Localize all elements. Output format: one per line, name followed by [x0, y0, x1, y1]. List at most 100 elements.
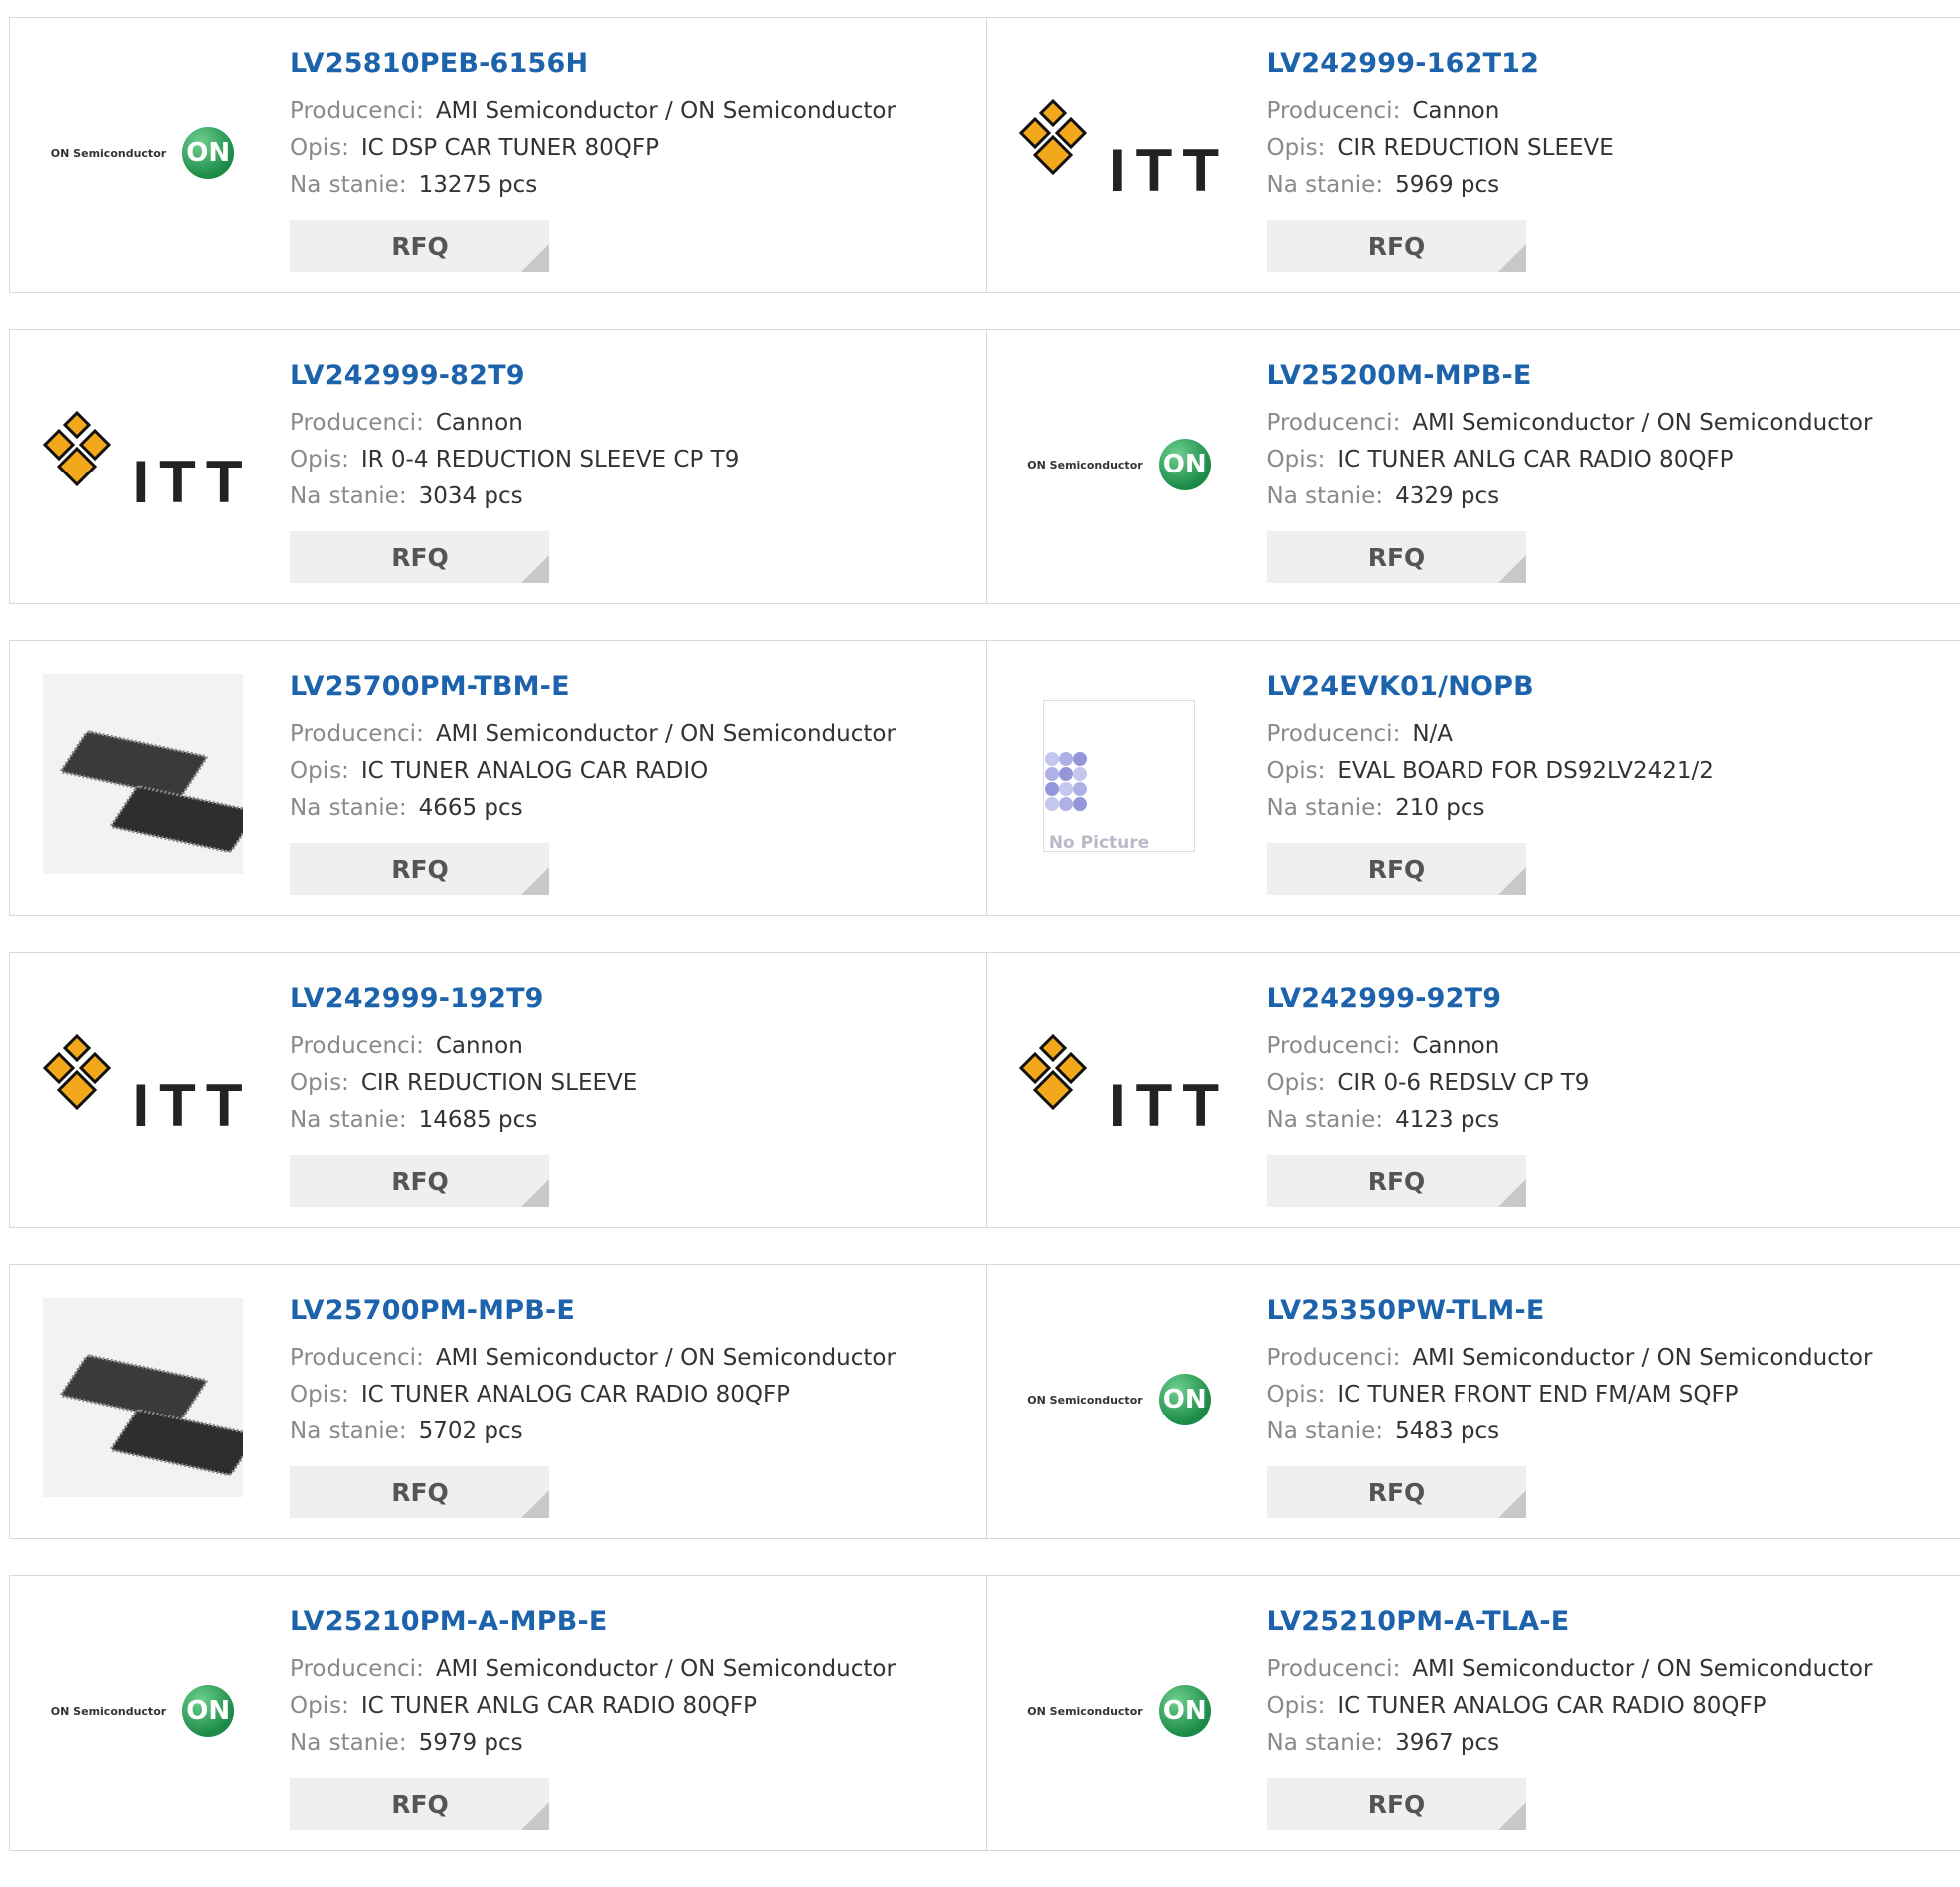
manufacturer-line: Producenci:N/A	[1267, 716, 1714, 753]
stock-line: Na stanie:5979 pcs	[290, 1725, 896, 1762]
part-number-link[interactable]: LV25200M-MPB-E	[1267, 360, 1873, 391]
product-image[interactable]: No Picture	[1017, 661, 1222, 891]
stock-value: 4329 pcs	[1395, 483, 1499, 509]
rfq-button[interactable]: RFQ	[1267, 1155, 1526, 1207]
stock-line: Na stanie:210 pcs	[1267, 790, 1714, 827]
no-picture-caption: No Picture	[1044, 833, 1154, 853]
description-label: Opis:	[290, 1693, 349, 1719]
product-info: LV25810PEB-6156H Producenci:AMI Semicond…	[290, 48, 896, 204]
product-image[interactable]: ON SemiconductorON	[1017, 350, 1222, 579]
description-label: Opis:	[1267, 758, 1326, 784]
manufacturer-value: Cannon	[436, 410, 523, 436]
chip-photo	[43, 674, 243, 878]
part-number-link[interactable]: LV242999-92T9	[1267, 983, 1590, 1014]
rfq-button[interactable]: RFQ	[290, 1155, 549, 1207]
rfq-label: RFQ	[290, 543, 549, 572]
rfq-button[interactable]: RFQ	[1267, 220, 1526, 272]
description-value: IC TUNER ANALOG CAR RADIO	[361, 758, 708, 784]
corner-triangle-icon	[521, 244, 549, 272]
product-card: ON SemiconductorON LV25350PW-TLM-E Produ…	[987, 1265, 1960, 1538]
itt-logo: ITT	[43, 405, 243, 524]
product-image[interactable]: ON SemiconductorON	[40, 38, 245, 268]
stock-label: Na stanie:	[290, 483, 407, 509]
rfq-label: RFQ	[1267, 543, 1526, 572]
rfq-button[interactable]: RFQ	[290, 1778, 549, 1830]
part-number-link[interactable]: LV25700PM-TBM-E	[290, 671, 896, 702]
rfq-button[interactable]: RFQ	[1267, 1466, 1526, 1518]
stock-value: 3967 pcs	[1395, 1730, 1499, 1756]
part-number-link[interactable]: LV25700PM-MPB-E	[290, 1295, 896, 1326]
product-info: LV25210PM-A-MPB-E Producenci:AMI Semicon…	[290, 1606, 896, 1762]
description-line: Opis:IC TUNER ANLG CAR RADIO 80QFP	[1267, 442, 1873, 478]
description-value: IC TUNER ANALOG CAR RADIO 80QFP	[361, 1382, 790, 1408]
product-image[interactable]	[40, 661, 245, 891]
manufacturer-label: Producenci:	[290, 1345, 424, 1371]
stock-label: Na stanie:	[290, 1730, 407, 1756]
product-image[interactable]: ITT	[1017, 38, 1222, 268]
stock-line: Na stanie:5702 pcs	[290, 1414, 896, 1450]
rfq-button[interactable]: RFQ	[290, 1466, 549, 1518]
description-value: CIR REDUCTION SLEEVE	[361, 1070, 637, 1096]
corner-triangle-icon	[521, 1802, 549, 1830]
itt-logo: ITT	[1019, 93, 1219, 213]
stock-label: Na stanie:	[290, 795, 407, 821]
manufacturer-value: AMI Semiconductor / ON Semiconductor	[436, 721, 896, 747]
stock-value: 4123 pcs	[1395, 1107, 1499, 1133]
corner-triangle-icon	[1498, 555, 1526, 583]
rfq-button[interactable]: RFQ	[290, 531, 549, 583]
product-image[interactable]: ITT	[1017, 973, 1222, 1203]
rfq-label: RFQ	[1267, 855, 1526, 884]
rfq-button[interactable]: RFQ	[290, 843, 549, 895]
on-semiconductor-logo-text: ON Semiconductor	[1027, 1394, 1142, 1407]
corner-triangle-icon	[521, 1179, 549, 1207]
product-image[interactable]	[40, 1285, 245, 1514]
rfq-button[interactable]: RFQ	[1267, 843, 1526, 895]
product-info: LV25700PM-TBM-E Producenci:AMI Semicondu…	[290, 671, 896, 827]
stock-value: 210 pcs	[1395, 795, 1484, 821]
part-number-link[interactable]: LV25810PEB-6156H	[290, 48, 896, 79]
description-line: Opis:IC TUNER ANALOG CAR RADIO	[290, 753, 896, 790]
product-image[interactable]: ITT	[40, 350, 245, 579]
stock-line: Na stanie:4329 pcs	[1267, 478, 1873, 515]
rfq-label: RFQ	[1267, 1167, 1526, 1196]
manufacturer-value: Cannon	[436, 1033, 523, 1059]
product-info: LV25350PW-TLM-E Producenci:AMI Semicondu…	[1267, 1295, 1873, 1450]
corner-triangle-icon	[1498, 867, 1526, 895]
product-image[interactable]: ON SemiconductorON	[40, 1596, 245, 1826]
rfq-label: RFQ	[1267, 232, 1526, 261]
part-number-link[interactable]: LV25350PW-TLM-E	[1267, 1295, 1873, 1326]
manufacturer-label: Producenci:	[290, 1033, 424, 1059]
product-card: LV25700PM-MPB-E Producenci:AMI Semicondu…	[10, 1265, 987, 1538]
manufacturer-value: AMI Semiconductor / ON Semiconductor	[436, 1656, 896, 1682]
description-line: Opis:IR 0-4 REDUCTION SLEEVE CP T9	[290, 442, 739, 478]
product-row: ON SemiconductorON LV25210PM-A-MPB-E Pro…	[9, 1575, 1960, 1851]
on-badge-icon: ON	[182, 1685, 234, 1737]
itt-logo: ITT	[43, 1028, 243, 1148]
description-label: Opis:	[1267, 1693, 1326, 1719]
part-number-link[interactable]: LV242999-192T9	[290, 983, 637, 1014]
itt-logo: ITT	[1019, 1028, 1219, 1148]
description-line: Opis:CIR 0-6 REDSLV CP T9	[1267, 1065, 1590, 1102]
rfq-button[interactable]: RFQ	[290, 220, 549, 272]
part-number-link[interactable]: LV242999-162T12	[1267, 48, 1614, 79]
manufacturer-line: Producenci:AMI Semiconductor / ON Semico…	[290, 93, 896, 130]
part-number-link[interactable]: LV25210PM-A-TLA-E	[1267, 1606, 1873, 1637]
manufacturer-line: Producenci:AMI Semiconductor / ON Semico…	[1267, 1340, 1873, 1377]
product-card: ITT LV242999-192T9 Producenci:Cannon Opi…	[10, 953, 987, 1227]
rfq-label: RFQ	[290, 1478, 549, 1507]
rfq-button[interactable]: RFQ	[1267, 531, 1526, 583]
product-image[interactable]: ON SemiconductorON	[1017, 1596, 1222, 1826]
part-number-link[interactable]: LV242999-82T9	[290, 360, 739, 391]
product-image[interactable]: ITT	[40, 973, 245, 1203]
manufacturer-label: Producenci:	[1267, 1033, 1401, 1059]
product-card: ON SemiconductorON LV25810PEB-6156H Prod…	[10, 18, 987, 292]
manufacturer-value: AMI Semiconductor / ON Semiconductor	[436, 98, 896, 124]
part-number-link[interactable]: LV24EVK01/NOPB	[1267, 671, 1714, 702]
product-image[interactable]: ON SemiconductorON	[1017, 1285, 1222, 1514]
description-value: CIR 0-6 REDSLV CP T9	[1337, 1070, 1589, 1096]
description-value: EVAL BOARD FOR DS92LV2421/2	[1337, 758, 1714, 784]
description-line: Opis:IC DSP CAR TUNER 80QFP	[290, 130, 896, 167]
rfq-button[interactable]: RFQ	[1267, 1778, 1526, 1830]
part-number-link[interactable]: LV25210PM-A-MPB-E	[290, 1606, 896, 1637]
product-card: ITT LV242999-162T12 Producenci:Cannon Op…	[987, 18, 1960, 292]
